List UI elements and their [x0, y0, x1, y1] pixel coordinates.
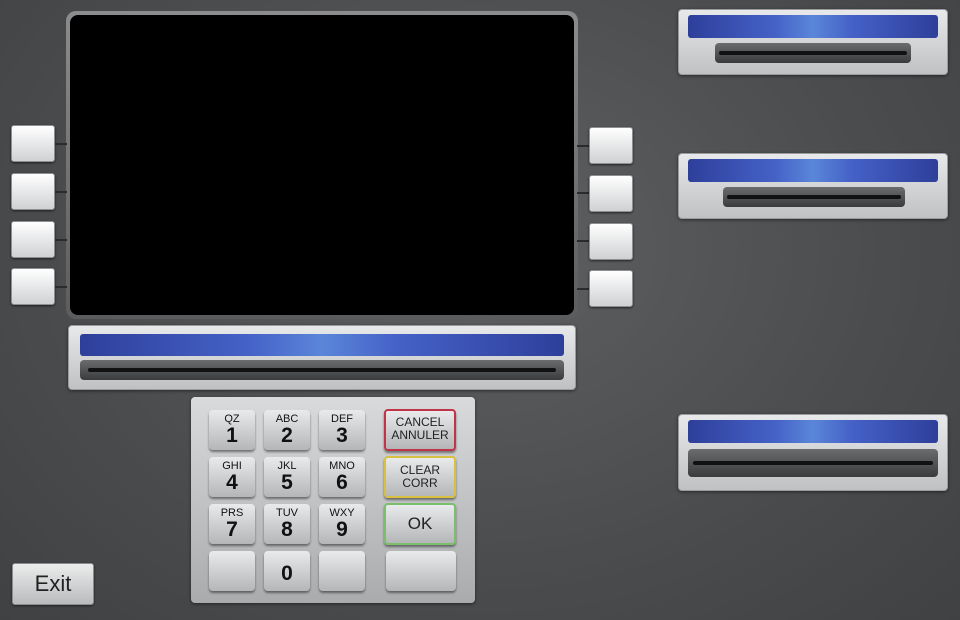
function-key-right-1[interactable] — [589, 127, 633, 164]
function-key-left-4[interactable] — [11, 268, 55, 305]
key-blank-right[interactable] — [319, 551, 365, 591]
key-1[interactable]: QZ 1 — [209, 410, 255, 450]
cash-dispenser-slot[interactable] — [688, 449, 938, 477]
function-key-connector — [577, 288, 589, 290]
function-key-connector — [577, 240, 589, 242]
function-key-left-2[interactable] — [11, 173, 55, 210]
cancel-button[interactable]: CANCEL ANNULER — [384, 409, 456, 451]
key-digit: 9 — [336, 518, 348, 541]
clear-label-fr: CORR — [402, 476, 438, 490]
ok-button[interactable]: OK — [384, 503, 456, 545]
blank-function-key[interactable] — [386, 551, 456, 591]
receipt-slot[interactable] — [80, 360, 564, 380]
key-digit: 1 — [226, 424, 238, 447]
cash-dispenser-panel — [678, 414, 948, 491]
function-key-right-4[interactable] — [589, 270, 633, 307]
key-3[interactable]: DEF 3 — [319, 410, 365, 450]
receipt-slot-light — [80, 334, 564, 356]
deposit-slot[interactable] — [723, 187, 905, 207]
key-blank-left[interactable] — [209, 551, 255, 591]
clear-button[interactable]: CLEAR CORR — [384, 456, 456, 498]
function-key-connector — [55, 239, 67, 241]
function-key-connector — [55, 286, 67, 288]
key-digit: 5 — [281, 471, 293, 494]
key-digit: 3 — [336, 424, 348, 447]
key-8[interactable]: TUV 8 — [264, 504, 310, 544]
key-6[interactable]: MNO 6 — [319, 457, 365, 497]
key-digit: 2 — [281, 424, 293, 447]
cash-dispenser-light — [688, 420, 938, 443]
key-digit: 4 — [226, 471, 238, 494]
exit-button[interactable]: Exit — [12, 563, 94, 605]
function-key-connector — [577, 192, 589, 194]
deposit-slot-light — [688, 159, 938, 182]
key-0[interactable]: 0 — [264, 551, 310, 591]
card-slot-gap — [719, 51, 907, 55]
key-digit: 6 — [336, 471, 348, 494]
function-key-connector — [55, 191, 67, 193]
atm-screen — [70, 15, 574, 315]
key-digit: 7 — [226, 518, 238, 541]
key-digit: 8 — [281, 518, 293, 541]
deposit-slot-panel — [678, 153, 948, 219]
ok-label: OK — [407, 514, 433, 533]
key-5[interactable]: JKL 5 — [264, 457, 310, 497]
card-slot[interactable] — [715, 43, 911, 63]
function-key-connector — [55, 143, 67, 145]
key-4[interactable]: GHI 4 — [209, 457, 255, 497]
function-key-left-1[interactable] — [11, 125, 55, 162]
function-key-left-3[interactable] — [11, 221, 55, 258]
deposit-slot-gap — [727, 195, 901, 199]
key-7[interactable]: PRS 7 — [209, 504, 255, 544]
cancel-label-fr: ANNULER — [391, 428, 449, 442]
function-key-right-2[interactable] — [589, 175, 633, 212]
receipt-slot-gap — [88, 368, 556, 372]
receipt-slot-panel — [68, 325, 576, 390]
function-key-right-3[interactable] — [589, 223, 633, 260]
key-9[interactable]: WXY 9 — [319, 504, 365, 544]
pin-keypad: QZ 1 ABC 2 DEF 3 CANCEL ANNULER GHI 4 JK… — [191, 397, 475, 603]
key-digit: 0 — [281, 562, 293, 585]
key-2[interactable]: ABC 2 — [264, 410, 310, 450]
cash-dispenser-gap — [693, 461, 933, 465]
function-key-connector — [577, 145, 589, 147]
card-slot-light — [688, 15, 938, 38]
card-slot-panel — [678, 9, 948, 75]
